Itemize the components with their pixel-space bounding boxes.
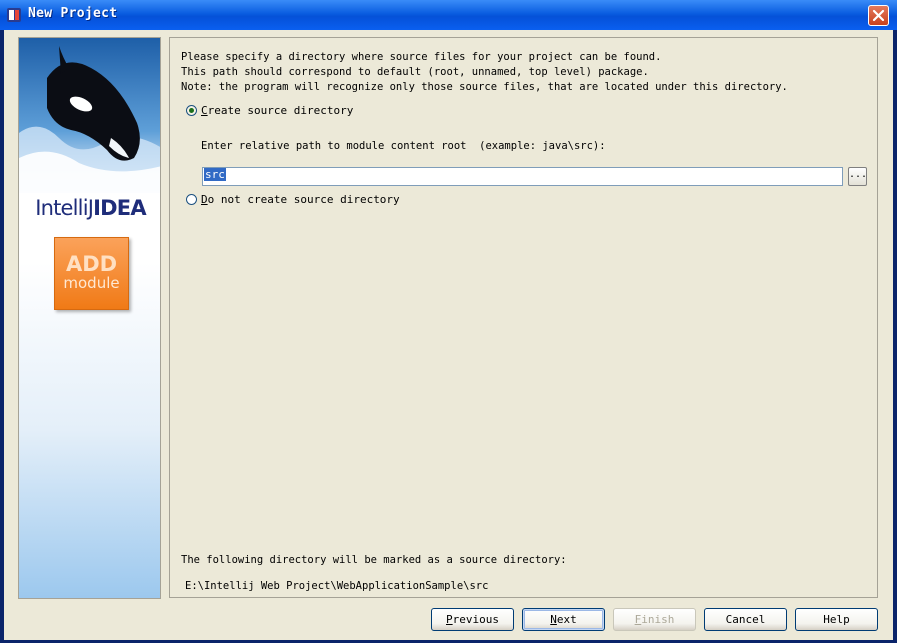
relative-path-input[interactable]: src <box>202 167 843 186</box>
new-project-window: New Project IntelliJIDEA ADD module Plea… <box>0 0 897 643</box>
close-button[interactable] <box>868 5 889 26</box>
browse-button[interactable]: ... <box>848 167 867 186</box>
close-icon <box>872 9 885 22</box>
title-bar[interactable]: New Project <box>0 0 897 30</box>
badge-add-text: ADD <box>65 252 118 276</box>
no-source-directory-label: Do not create source directory <box>201 193 400 206</box>
finish-button[interactable]: Finish <box>613 608 696 631</box>
create-source-directory-label: Create source directory <box>201 104 354 117</box>
source-directory-path: E:\Intellij Web Project\WebApplicationSa… <box>185 580 489 592</box>
description-text: Please specify a directory where source … <box>181 51 788 93</box>
intellij-idea-logo: IntelliJIDEA <box>35 196 146 220</box>
relative-path-hint: Enter relative path to module content ro… <box>201 140 606 152</box>
no-source-directory-radio[interactable] <box>186 194 197 205</box>
wizard-sidebar: IntelliJIDEA ADD module <box>18 37 161 599</box>
dialog-body: IntelliJIDEA ADD module Please specify a… <box>4 30 893 640</box>
add-module-badge: ADD module <box>54 237 129 310</box>
previous-button[interactable]: Previous <box>431 608 514 631</box>
create-source-directory-option[interactable]: Create source directory <box>186 104 353 117</box>
orca-whale-image <box>19 38 160 193</box>
source-directory-note: The following directory will be marked a… <box>181 554 567 566</box>
create-source-directory-radio[interactable] <box>186 105 197 116</box>
cancel-button[interactable]: Cancel <box>704 608 787 631</box>
source-directory-panel: Please specify a directory where source … <box>169 37 878 598</box>
next-button[interactable]: Next <box>522 608 605 631</box>
no-source-directory-option[interactable]: Do not create source directory <box>186 193 400 206</box>
window-title: New Project <box>28 6 118 21</box>
help-button[interactable]: Help <box>795 608 878 631</box>
badge-module-text: module <box>63 274 120 292</box>
intellij-app-icon[interactable] <box>6 7 22 23</box>
